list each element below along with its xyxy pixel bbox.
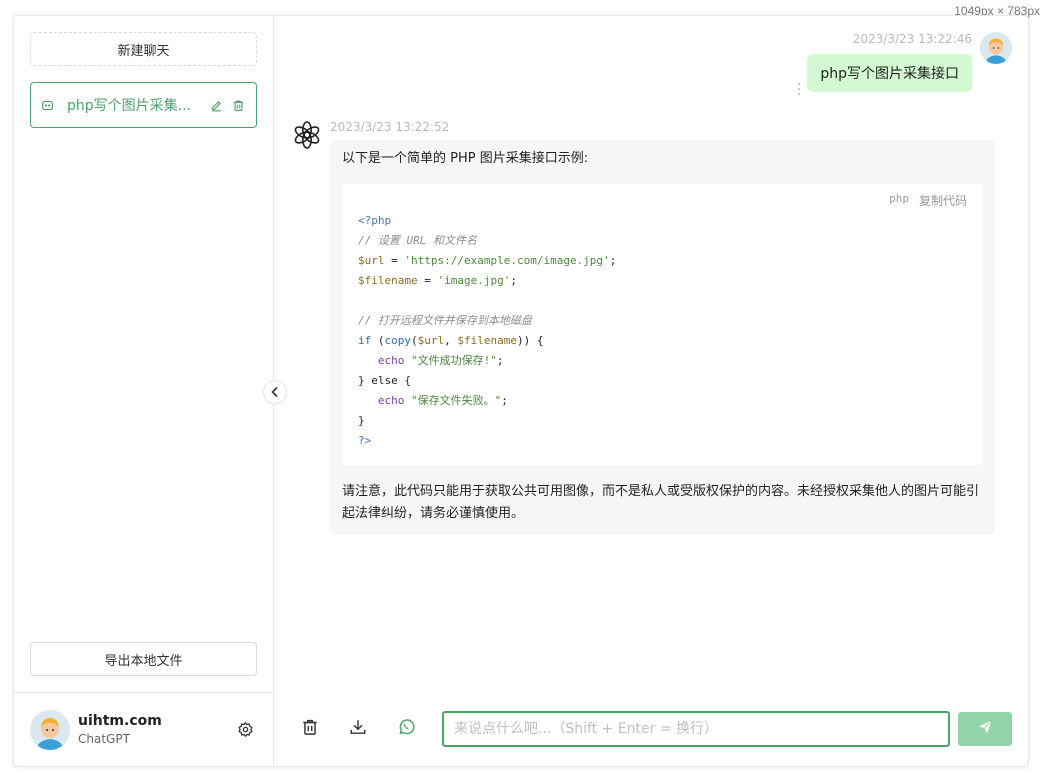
chat-app-window: 新建聊天 php写个图片采集... 导出本地文件 uihtm.com ChatG…	[13, 15, 1029, 767]
collapse-sidebar-button[interactable]	[263, 380, 287, 404]
code-token: $filename	[358, 274, 418, 287]
code-line: <?php	[358, 214, 392, 227]
copy-code-button[interactable]: 复制代码	[919, 192, 967, 209]
code-token: $url	[358, 254, 385, 267]
user-panel: uihtm.com ChatGPT	[14, 692, 273, 766]
bot-message-bubble: 以下是一个简单的 PHP 图片采集接口示例: php 复制代码 <?php //…	[330, 140, 995, 535]
user-message-more-icon[interactable]	[797, 81, 801, 95]
code-token: if	[358, 334, 372, 347]
code-token: copy	[384, 334, 412, 347]
trash-icon[interactable]	[232, 98, 246, 112]
send-button[interactable]	[958, 712, 1012, 746]
code-token: 'image.jpg'	[437, 274, 511, 287]
openai-logo-icon	[292, 120, 322, 150]
code-token: $url	[417, 334, 445, 347]
chat-bubble-icon	[41, 98, 55, 112]
user-info: uihtm.com ChatGPT	[78, 713, 235, 746]
message-input[interactable]	[442, 711, 950, 747]
chat-main: 2023/3/23 13:22:46 php写个图片采集接口 2023/3/23…	[274, 16, 1028, 766]
chevron-left-icon	[270, 383, 280, 402]
code-token: "文件成功保存!"	[411, 354, 497, 367]
code-token: 'https://example.com/image.jpg'	[404, 254, 610, 267]
bot-message-note: 请注意，此代码只能用于获取公共可用图像，而不是私人或受版权保护的内容。未经授权采…	[342, 484, 980, 521]
trash-icon	[301, 718, 319, 740]
sidebar: 新建聊天 php写个图片采集... 导出本地文件 uihtm.com ChatG…	[14, 16, 274, 766]
bot-message-body: 2023/3/23 13:22:52 以下是一个简单的 PHP 图片采集接口示例…	[330, 120, 995, 535]
chat-list-item[interactable]: php写个图片采集...	[30, 82, 257, 128]
code-line: } else {	[358, 374, 411, 387]
bot-message: 2023/3/23 13:22:52 以下是一个简单的 PHP 图片采集接口示例…	[292, 120, 995, 535]
user-name: uihtm.com	[78, 713, 162, 729]
bot-message-intro: 以下是一个简单的 PHP 图片采集接口示例:	[342, 151, 589, 166]
code-token: "保存文件失败。"	[411, 394, 502, 407]
bot-message-timestamp: 2023/3/23 13:22:52	[330, 120, 450, 134]
download-button[interactable]	[346, 717, 370, 741]
code-token: echo	[377, 394, 405, 407]
code-token: $filename	[457, 334, 517, 347]
gear-icon[interactable]	[235, 720, 255, 740]
clear-chat-button[interactable]	[298, 717, 322, 741]
code-line: // 打开远程文件并保存到本地磁盘	[358, 314, 532, 327]
code-token: echo	[377, 354, 405, 367]
paper-plane-icon	[977, 719, 993, 739]
code-language-label: php	[889, 192, 909, 205]
code-block-header: php 复制代码	[358, 192, 967, 209]
code-content: <?php // 设置 URL 和文件名 $url = 'https://exa…	[358, 214, 617, 447]
code-line: // 设置 URL 和文件名	[358, 234, 477, 247]
code-line: ?>	[358, 434, 372, 447]
user-message-bubble: php写个图片采集接口	[807, 54, 972, 92]
user-message: 2023/3/23 13:22:46 php写个图片采集接口	[807, 32, 1012, 92]
share-button[interactable]	[394, 717, 418, 741]
whatsapp-icon	[397, 718, 415, 740]
new-chat-button[interactable]: 新建聊天	[30, 32, 257, 66]
user-avatar	[30, 709, 70, 750]
export-local-file-button[interactable]: 导出本地文件	[30, 642, 257, 676]
user-subtitle: ChatGPT	[78, 732, 130, 746]
download-icon	[349, 718, 367, 740]
user-message-timestamp: 2023/3/23 13:22:46	[852, 32, 972, 46]
pencil-icon[interactable]	[210, 98, 224, 112]
user-message-avatar	[980, 32, 1012, 64]
code-block: php 复制代码 <?php // 设置 URL 和文件名 $url = 'ht…	[342, 184, 983, 465]
user-message-body: 2023/3/23 13:22:46 php写个图片采集接口	[807, 32, 972, 92]
chat-list-item-title: php写个图片采集...	[67, 98, 191, 114]
input-bar	[274, 692, 1028, 766]
code-line: }	[358, 414, 365, 427]
